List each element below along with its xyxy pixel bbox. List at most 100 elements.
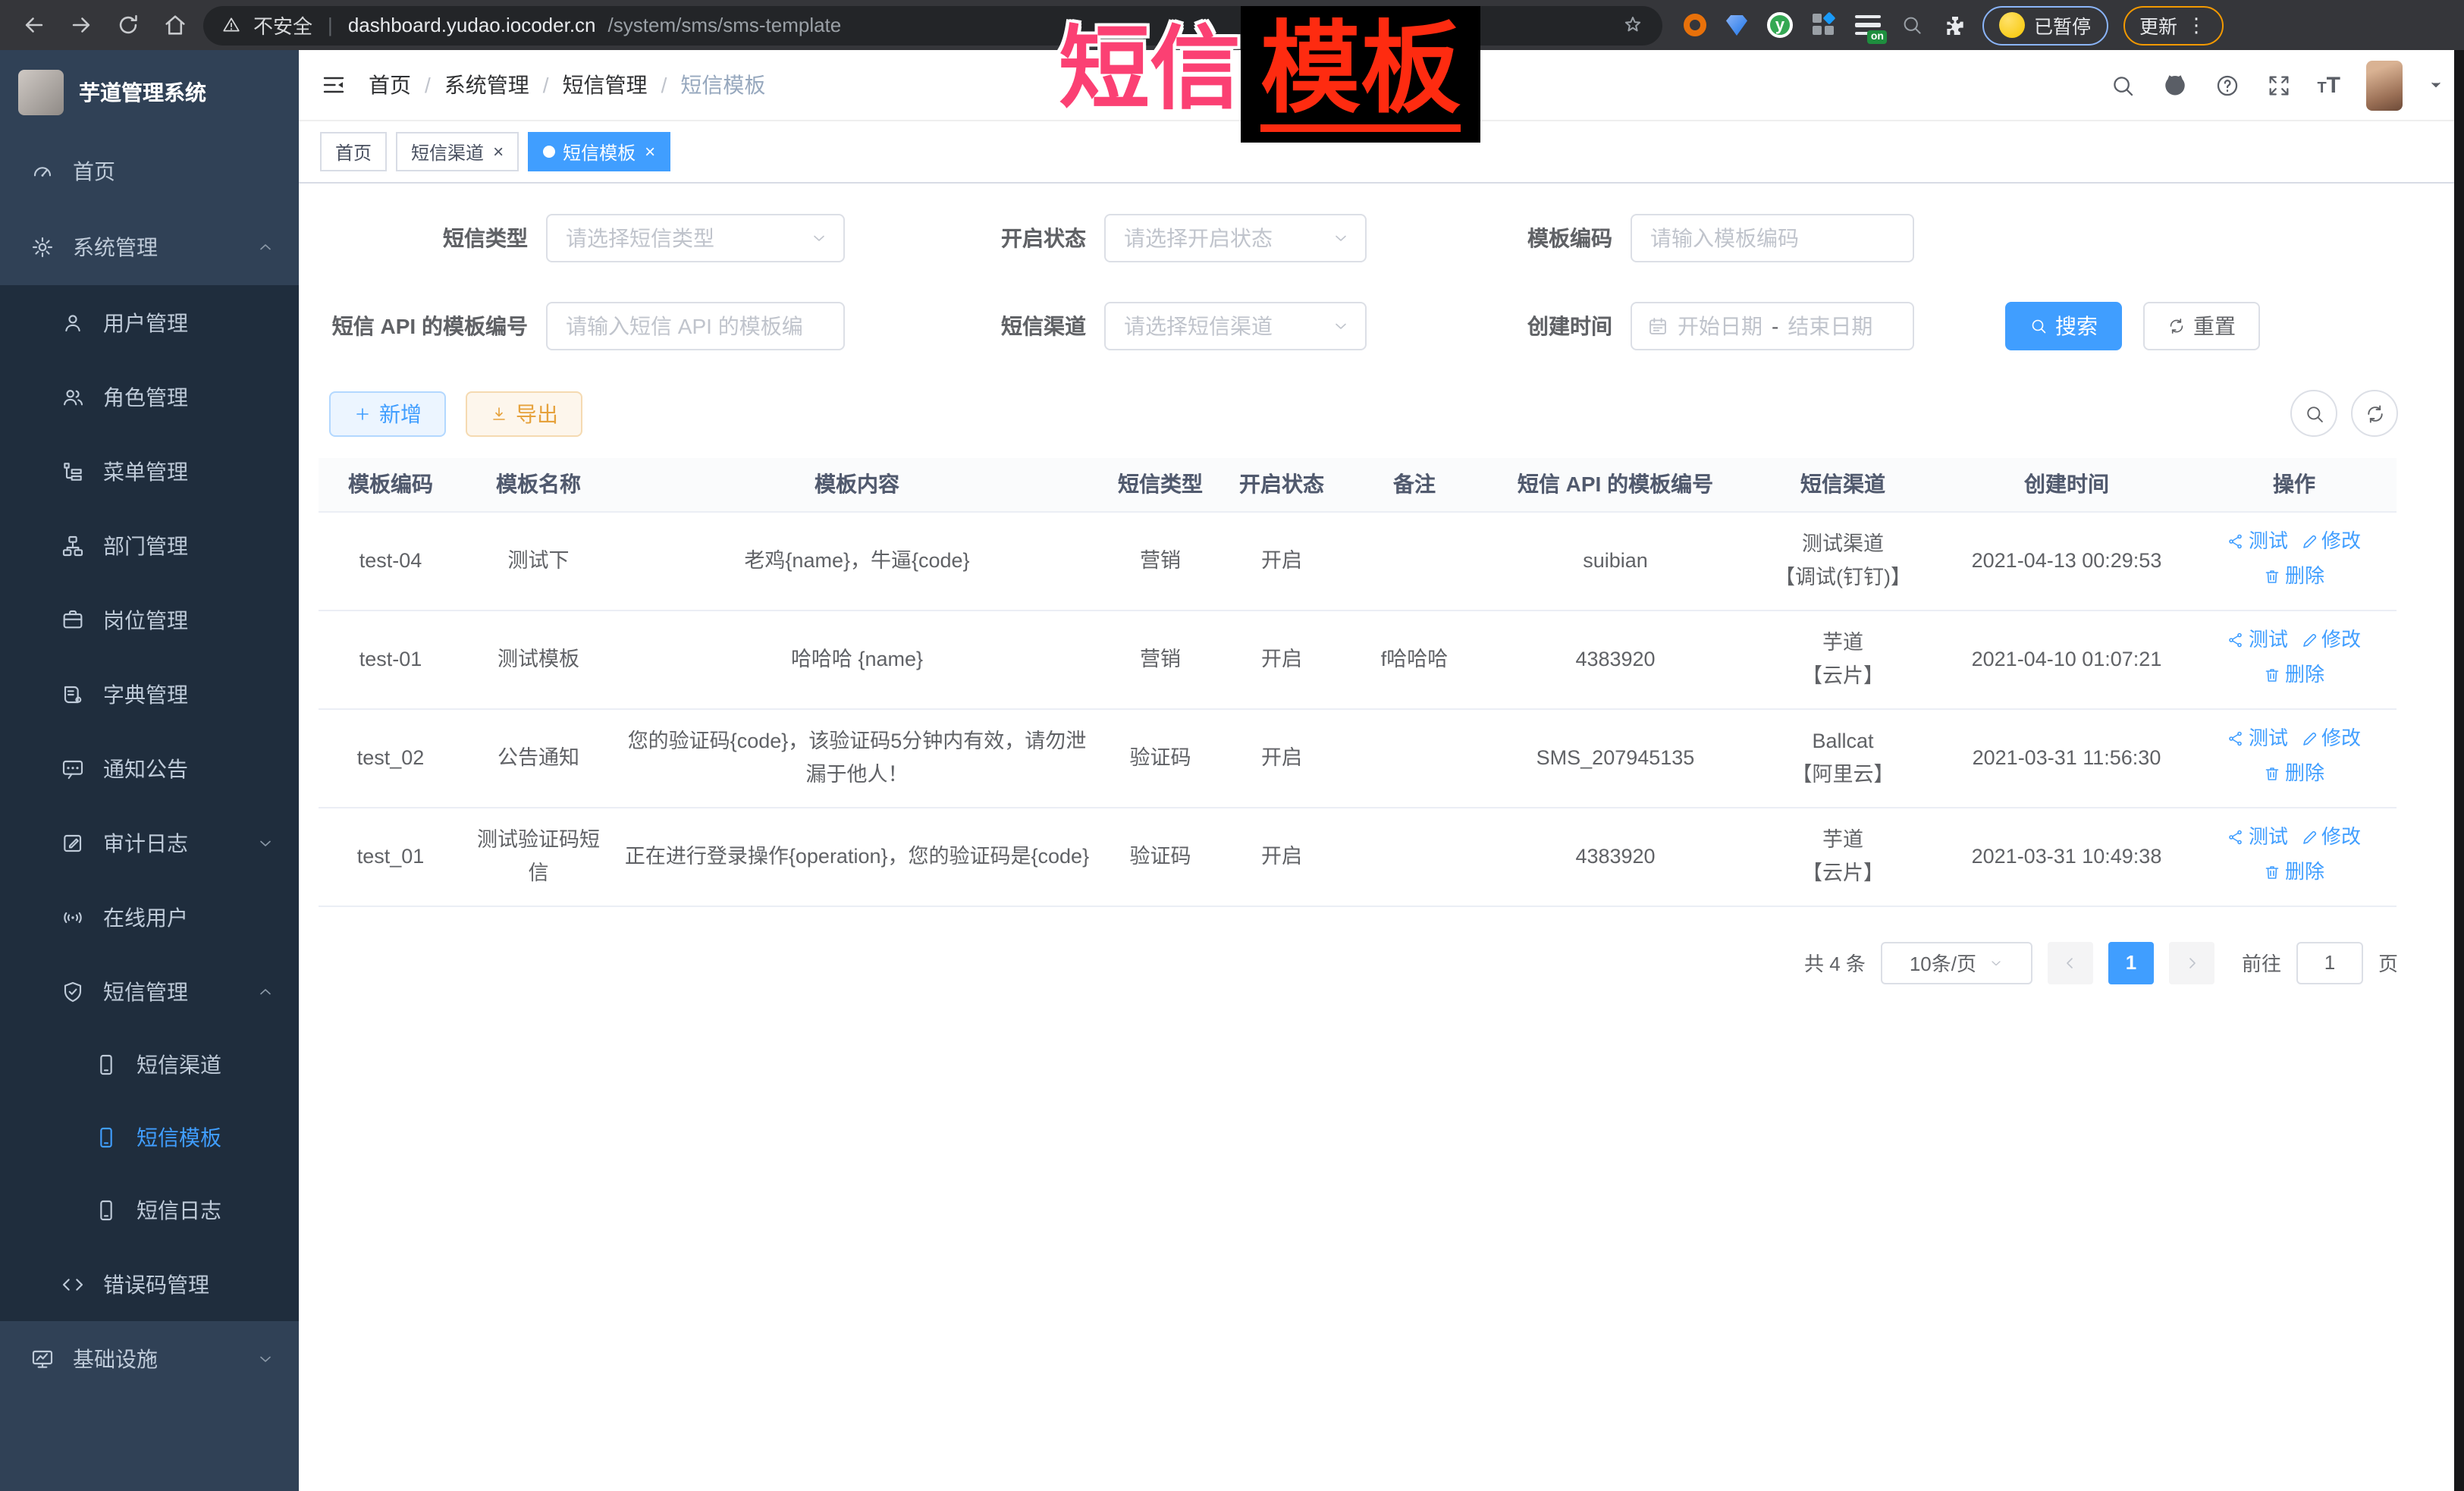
open-status-select-input[interactable] bbox=[1121, 224, 1326, 252]
browser-menu-icon[interactable]: ⋮ bbox=[2186, 13, 2206, 37]
channel-select-input[interactable] bbox=[1121, 312, 1326, 340]
next-page-button[interactable] bbox=[2169, 941, 2214, 984]
refresh-table-button[interactable] bbox=[2351, 390, 2398, 437]
sidebar-item-departments[interactable]: 部门管理 bbox=[0, 508, 299, 582]
browser-update-pill[interactable]: 更新 ⋮ bbox=[2123, 5, 2223, 45]
extension-grid-icon[interactable] bbox=[1813, 14, 1835, 36]
sidebar-item-notices[interactable]: 通知公告 bbox=[0, 731, 299, 805]
url-path[interactable]: /system/sms/sms-template bbox=[608, 14, 842, 36]
tab-close-icon[interactable]: × bbox=[493, 143, 504, 161]
sidebar-item-sms-template[interactable]: 短信模板 bbox=[0, 1101, 299, 1174]
sidebar-item-error-codes[interactable]: 错误码管理 bbox=[0, 1247, 299, 1321]
breadcrumb-home[interactable]: 首页 bbox=[369, 70, 411, 100]
delete-link[interactable]: 删除 bbox=[2264, 560, 2324, 592]
browser-forward-icon[interactable] bbox=[68, 12, 94, 38]
window-scrollbar[interactable] bbox=[2454, 50, 2464, 1491]
export-button[interactable]: 导出 bbox=[466, 391, 582, 436]
api-template-id-input-box[interactable] bbox=[546, 302, 845, 350]
sidebar-item-users[interactable]: 用户管理 bbox=[0, 285, 299, 359]
extensions-puzzle-icon[interactable] bbox=[1943, 13, 1967, 37]
edit-link[interactable]: 修改 bbox=[2300, 821, 2361, 853]
sidebar-item-label: 系统管理 bbox=[73, 232, 158, 262]
edit-link[interactable]: 修改 bbox=[2300, 526, 2361, 557]
edit-link[interactable]: 修改 bbox=[2300, 624, 2361, 656]
api-template-id-input[interactable] bbox=[563, 312, 828, 340]
font-size-icon[interactable]: TT bbox=[2317, 72, 2340, 98]
col-template-content: 模板内容 bbox=[614, 458, 1100, 511]
sidebar-item-dict[interactable]: 字典管理 bbox=[0, 657, 299, 731]
sidebar-collapse-icon[interactable] bbox=[320, 71, 347, 99]
breadcrumb-sms[interactable]: 短信管理 bbox=[563, 70, 648, 100]
test-link[interactable]: 测试 bbox=[2227, 526, 2288, 557]
browser-reload-icon[interactable] bbox=[115, 12, 141, 38]
table-row: test_01 测试验证码短信 正在进行登录操作{operation}，您的验证… bbox=[319, 807, 2397, 906]
security-label[interactable]: 不安全 bbox=[253, 11, 312, 39]
extension-gem-icon[interactable] bbox=[1726, 14, 1747, 36]
edit-link[interactable]: 修改 bbox=[2300, 723, 2361, 755]
delete-link[interactable]: 删除 bbox=[2264, 856, 2324, 888]
sidebar-item-label: 菜单管理 bbox=[103, 456, 188, 486]
extension-list-icon[interactable]: on bbox=[1855, 14, 1881, 36]
delete-link[interactable]: 删除 bbox=[2264, 758, 2324, 789]
sidebar-item-audit-logs[interactable]: 审计日志 bbox=[0, 805, 299, 880]
add-button[interactable]: 新增 bbox=[329, 391, 446, 436]
breadcrumb: 首页 / 系统管理 / 短信管理 / 短信模板 bbox=[369, 70, 765, 100]
sidebar-item-roles[interactable]: 角色管理 bbox=[0, 359, 299, 434]
tab-home[interactable]: 首页 bbox=[320, 132, 387, 171]
sidebar-item-sms-log[interactable]: 短信日志 bbox=[0, 1174, 299, 1247]
cell-api-id: suibian bbox=[1486, 511, 1744, 610]
header-search-icon[interactable] bbox=[2109, 72, 2135, 98]
sidebar-item-posts[interactable]: 岗位管理 bbox=[0, 582, 299, 657]
extension-ring-icon[interactable] bbox=[1684, 14, 1706, 36]
extension-search-icon[interactable] bbox=[1901, 14, 1923, 36]
current-page-button[interactable]: 1 bbox=[2108, 941, 2154, 984]
tab-sms-template[interactable]: 短信模板 × bbox=[528, 132, 670, 171]
channel-select[interactable] bbox=[1104, 302, 1367, 350]
delete-link[interactable]: 删除 bbox=[2264, 659, 2324, 691]
reset-button[interactable]: 重置 bbox=[2143, 302, 2260, 350]
sidebar-item-system[interactable]: 系统管理 bbox=[0, 209, 299, 285]
sidebar-item-label: 短信管理 bbox=[103, 976, 188, 1006]
sidebar-item-online-users[interactable]: 在线用户 bbox=[0, 880, 299, 954]
test-link[interactable]: 测试 bbox=[2227, 723, 2288, 755]
end-date-placeholder[interactable]: 结束日期 bbox=[1788, 311, 1872, 341]
help-icon[interactable] bbox=[2214, 72, 2240, 98]
address-bar[interactable]: 不安全 | dashboard.yudao.iocoder.cn/system/… bbox=[203, 5, 1662, 45]
create-time-range-picker[interactable]: 开始日期 - 结束日期 bbox=[1631, 302, 1914, 350]
page-size-select[interactable]: 10条/页 bbox=[1881, 941, 2032, 984]
extension-y-icon[interactable]: y bbox=[1767, 12, 1793, 38]
prev-page-button[interactable] bbox=[2048, 941, 2093, 984]
tab-close-icon[interactable]: × bbox=[645, 143, 655, 161]
template-code-input-box[interactable] bbox=[1631, 214, 1914, 262]
browser-back-icon[interactable] bbox=[21, 12, 47, 38]
tab-sms-channel[interactable]: 短信渠道 × bbox=[396, 132, 519, 171]
sidebar-item-sms-channel[interactable]: 短信渠道 bbox=[0, 1028, 299, 1101]
search-button[interactable]: 搜索 bbox=[2005, 302, 2122, 350]
template-code-input[interactable] bbox=[1647, 224, 1897, 252]
test-link[interactable]: 测试 bbox=[2227, 821, 2288, 853]
sidebar-item-sms[interactable]: 短信管理 bbox=[0, 954, 299, 1028]
app-logo-image bbox=[18, 69, 64, 115]
sidebar-item-home[interactable]: 首页 bbox=[0, 133, 299, 209]
github-icon[interactable] bbox=[2161, 71, 2188, 99]
breadcrumb-system[interactable]: 系统管理 bbox=[444, 70, 529, 100]
url-domain[interactable]: dashboard.yudao.iocoder.cn bbox=[348, 14, 596, 36]
fullscreen-icon[interactable] bbox=[2265, 72, 2291, 98]
browser-home-icon[interactable] bbox=[162, 12, 188, 38]
start-date-placeholder[interactable]: 开始日期 bbox=[1678, 311, 1762, 341]
test-link[interactable]: 测试 bbox=[2227, 624, 2288, 656]
sidebar-item-infrastructure[interactable]: 基础设施 bbox=[0, 1321, 299, 1397]
toggle-search-button[interactable] bbox=[2290, 390, 2337, 437]
cell-code: test-01 bbox=[319, 610, 463, 708]
app-logo-row[interactable]: 芋道管理系统 bbox=[0, 50, 299, 133]
sms-type-select-input[interactable] bbox=[563, 224, 804, 252]
profile-paused-pill[interactable]: 已暂停 bbox=[1982, 5, 2108, 45]
sms-type-select[interactable] bbox=[546, 214, 845, 262]
avatar-caret-icon[interactable] bbox=[2428, 77, 2444, 93]
goto-page-input[interactable] bbox=[2296, 941, 2363, 984]
sidebar-item-menus[interactable]: 菜单管理 bbox=[0, 434, 299, 508]
sidebar-item-label: 部门管理 bbox=[103, 530, 188, 560]
user-avatar[interactable] bbox=[2366, 60, 2403, 110]
open-status-select[interactable] bbox=[1104, 214, 1367, 262]
bookmark-star-icon[interactable] bbox=[1621, 14, 1644, 36]
